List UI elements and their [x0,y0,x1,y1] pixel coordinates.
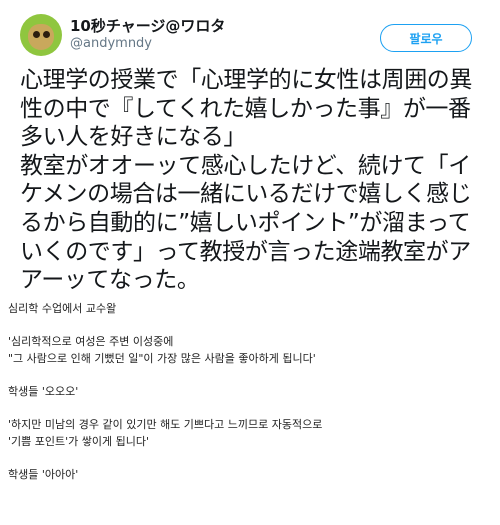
tweet-card: 10秒チャージ@ワロタ @andymndy 팔로우 心理学の授業で「心理学的に女… [0,0,500,293]
avatar-face [28,24,54,50]
translation-quote2-line2: '기쁨 포인트'가 쌓이게 됩니다' [8,435,150,448]
avatar-eye-left [33,31,40,38]
tweet-text-line: 教室がオオーッて感心したけど、続けて「イ [20,152,471,179]
tweet-text-line: 性の中で『してくれた嬉しかった事』が一番 [20,95,471,122]
tweet-text-line: いくのです」って教授が言った途端教室がア [20,238,471,265]
translation-students2: 학생들 '아아아' [8,468,79,481]
follow-button[interactable]: 팔로우 [380,24,472,52]
user-handle[interactable]: @andymndy [70,36,152,51]
display-name[interactable]: 10秒チャージ@ワロタ [70,15,225,36]
translation-block: 심리학 수업에서 교수왈 '심리학적으로 여성은 주변 이성중에 "그 사람으로… [8,300,493,483]
tweet-text-line: 多い人を好きになる」 [20,124,247,151]
tweet-text-line: るから自動的に”嬉しいポイント”が溜まって [20,209,471,236]
translation-students1: 학생들 '오오오' [8,385,79,398]
tweet-text-line: アーッてなった。 [20,267,200,294]
translation-quote2-line1: '하지만 미남의 경우 같이 있기만 해도 기쁘다고 느끼므로 자동적으로 [8,418,323,431]
translation-quote1-line1: '심리학적으로 여성은 주변 이성중에 [8,335,174,348]
tweet-text-line: 心理学の授業で「心理学的に女性は周囲の異 [20,67,473,93]
tweet-text-line: ケメンの場合は一緒にいるだけで嬉しく感じ [20,181,472,208]
translation-quote1-line2: "그 사람으로 인해 기뻤던 일"이 가장 많은 사람을 좋아하게 됩니다' [8,352,316,365]
tweet-text: 心理学の授業で「心理学的に女性は周囲の異 性の中で『してくれた嬉しかった事』が一… [20,66,485,295]
avatar[interactable] [20,14,62,56]
translation-intro: 심리학 수업에서 교수왈 [8,302,117,315]
avatar-eye-right [43,31,50,38]
